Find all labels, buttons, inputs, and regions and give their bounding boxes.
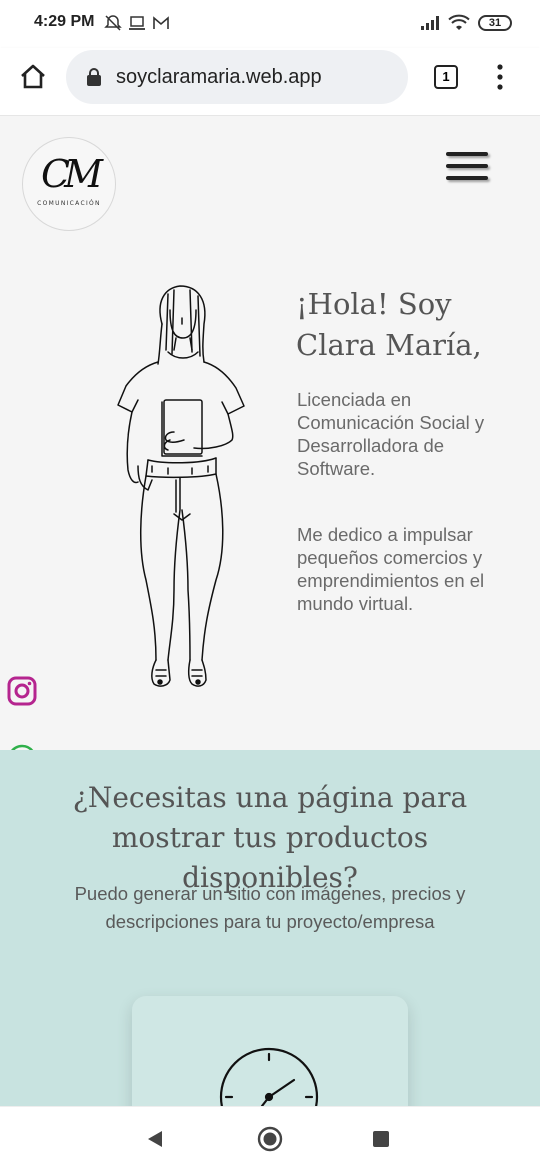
system-icons: 31 — [420, 14, 512, 32]
products-text: Puedo generar un sitio con imágenes, pre… — [74, 883, 466, 932]
hero-paragraph-2: Me dedico a impulsar pequeños comercios … — [297, 524, 485, 614]
clock-icon — [219, 1047, 319, 1106]
laptop-icon — [129, 16, 145, 30]
back-icon[interactable] — [146, 1129, 164, 1149]
gmail-icon — [153, 16, 169, 29]
home-icon[interactable] — [18, 62, 48, 92]
status-time: 4:29 PM — [34, 13, 95, 30]
logo-subtitle: COMUNICACIÓN — [37, 200, 101, 207]
system-navigation-bar — [0, 1106, 540, 1170]
notification-icons — [104, 14, 170, 32]
hero-title: ¡Hola! Soy Clara María, — [296, 287, 482, 362]
logo[interactable]: CM COMUNICACIÓN — [22, 137, 116, 231]
battery-indicator: 31 — [478, 15, 512, 31]
lock-icon — [87, 68, 101, 86]
instagram-icon[interactable] — [7, 676, 37, 706]
wifi-icon — [448, 14, 470, 30]
woman-illustration — [117, 285, 245, 687]
tab-switcher-button[interactable]: 1 — [434, 65, 458, 89]
products-section: ¿Necesitas una página para mostrar tus p… — [0, 750, 540, 1106]
more-menu-icon[interactable] — [492, 62, 508, 92]
logo-mark: CM — [41, 152, 103, 196]
recent-apps-icon[interactable] — [373, 1131, 389, 1147]
browser-toolbar: soyclaramaria.web.app 1 — [0, 48, 540, 116]
feature-card — [132, 996, 408, 1106]
hero-paragraph-1: Licenciada en Comunicación Social y Desa… — [297, 389, 485, 479]
notifications-off-icon — [104, 15, 122, 31]
status-bar: 4:29 PM 31 — [0, 0, 540, 48]
url-text[interactable]: soyclaramaria.web.app — [116, 66, 322, 89]
hero-section: ¡Hola! Soy Clara María, Licenciada en Co… — [0, 256, 540, 774]
signal-icon — [421, 16, 439, 30]
hamburger-menu-icon[interactable] — [446, 152, 488, 186]
home-circle-icon[interactable] — [257, 1126, 283, 1152]
web-page: CM COMUNICACIÓN ¡Hola! Soy Clara María, … — [0, 116, 540, 1106]
address-bar[interactable]: soyclaramaria.web.app — [66, 50, 408, 104]
